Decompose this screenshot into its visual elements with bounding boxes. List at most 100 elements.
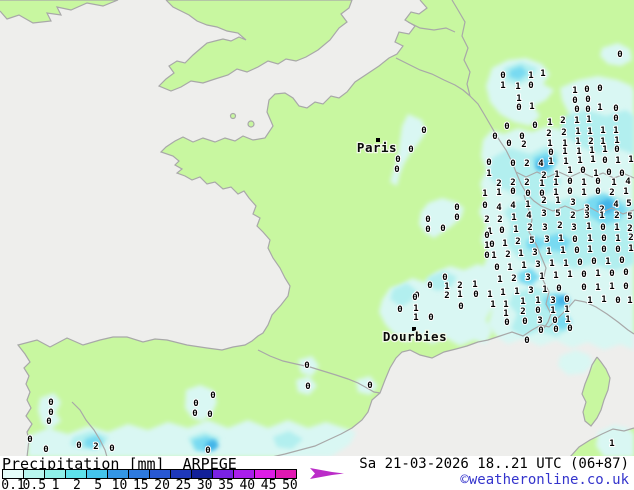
- precip-value-marker: 0: [525, 189, 530, 199]
- city-label: Paris: [357, 140, 397, 155]
- precip-value-marker: 3: [525, 273, 530, 283]
- precip-value-marker: 0: [427, 281, 432, 291]
- precip-value-marker: 2: [570, 211, 575, 221]
- precip-value-marker: 0: [425, 225, 430, 235]
- precip-value-marker: 1: [496, 188, 501, 198]
- precip-value-marker: 0: [484, 251, 489, 261]
- precip-value-marker: 0: [395, 155, 400, 165]
- precip-value-marker: 0: [489, 240, 494, 250]
- precip-value-marker: 1: [500, 288, 505, 298]
- precip-value-marker: 0: [581, 283, 586, 293]
- precip-value-marker: 2: [524, 178, 529, 188]
- precip-value-marker: 1: [507, 263, 512, 273]
- precip-value-marker: 1: [540, 69, 545, 79]
- precip-value-marker: 0: [574, 105, 579, 115]
- precip-value-marker: 3: [535, 260, 540, 270]
- precip-value-marker: 0: [577, 258, 582, 268]
- precip-value-marker: 1: [539, 272, 544, 282]
- precip-value-marker: 0: [192, 409, 197, 419]
- precip-value-marker: 3: [532, 248, 537, 258]
- precip-value-marker: 0: [473, 290, 478, 300]
- precip-value-marker: 0: [510, 159, 515, 169]
- precip-value-marker: 2: [527, 223, 532, 233]
- precip-value-marker: 1: [560, 246, 565, 256]
- precip-value-marker: 0: [619, 169, 624, 179]
- precip-value-marker: 1: [609, 282, 614, 292]
- precip-value-marker: 4: [613, 200, 619, 210]
- precip-value-marker: 2: [444, 291, 449, 301]
- precip-value-marker: 0: [494, 263, 499, 273]
- precip-value-marker: 0: [304, 361, 309, 371]
- precip-value-marker: 0: [27, 435, 32, 445]
- precip-value-marker: 0: [602, 156, 607, 166]
- precip-value-marker: 3: [571, 223, 576, 233]
- precip-value-marker: 1: [600, 126, 605, 136]
- precip-value-marker: 2: [561, 128, 566, 138]
- precip-value-marker: 0: [458, 302, 463, 312]
- precip-value-marker: 0: [524, 336, 529, 346]
- precip-value-marker: 1: [590, 155, 595, 165]
- precip-value-marker: 0: [522, 317, 527, 327]
- precip-value-marker: 4: [625, 177, 631, 187]
- precip-value-marker: 0: [109, 444, 114, 454]
- precip-value-marker: 0: [538, 326, 543, 336]
- city-label: Dourbies: [383, 329, 447, 344]
- precip-value-marker: 0: [601, 245, 606, 255]
- precip-value-marker: 2: [614, 211, 619, 221]
- precip-value-marker: 1: [528, 71, 533, 81]
- precip-value-marker: 0: [553, 325, 558, 335]
- precip-value-marker: 0: [585, 95, 590, 105]
- copyright-link[interactable]: ©weatheronline.co.uk: [460, 472, 629, 488]
- precip-value-marker: 0: [484, 231, 489, 241]
- precip-value-marker: 5: [555, 209, 560, 219]
- precip-value-marker: 1: [628, 155, 633, 165]
- precip-value-marker: 0: [564, 295, 569, 305]
- precip-value-marker: 0: [532, 121, 537, 131]
- precip-value-marker: 0: [504, 318, 509, 328]
- precip-value-marker: 1: [490, 300, 495, 310]
- precip-value-marker: 1: [605, 257, 610, 267]
- precip-value-marker: 2: [520, 307, 525, 317]
- precip-value-marker: 3: [584, 211, 589, 221]
- precip-value-marker: 1: [627, 296, 632, 306]
- precip-value-marker: 0: [619, 256, 624, 266]
- precip-value-marker: 1: [595, 269, 600, 279]
- precip-value-marker: 0: [482, 201, 487, 211]
- precip-value-marker: 0: [397, 305, 402, 315]
- precip-value-marker: 1: [413, 313, 418, 323]
- precip-value-marker: 1: [548, 157, 553, 167]
- valid-time-text: Sa 21-03-2026 18..21 UTC (06+87): [359, 456, 629, 472]
- precip-value-marker: 1: [518, 249, 523, 259]
- precip-value-marker: 1: [574, 116, 579, 126]
- precip-value-marker: 1: [500, 81, 505, 91]
- precip-value-marker: 1: [484, 241, 489, 251]
- precip-value-marker: 0: [504, 122, 509, 132]
- precip-value-marker: 1: [563, 259, 568, 269]
- precip-value-marker: 1: [521, 261, 526, 271]
- precip-value-marker: 1: [529, 102, 534, 112]
- precip-value-marker: 0: [567, 187, 572, 197]
- precip-value-marker: 1: [487, 290, 492, 300]
- precip-value-marker: 0: [412, 293, 417, 303]
- precip-value-marker: 0: [591, 257, 596, 267]
- precip-value-marker: 1: [623, 187, 628, 197]
- precip-value-marker: 0: [613, 114, 618, 124]
- precip-value-marker: 0: [617, 50, 622, 60]
- precip-value-marker: 1: [581, 188, 586, 198]
- precip-value-marker: 0: [492, 132, 497, 142]
- precip-value-marker: 0: [615, 296, 620, 306]
- precip-value-marker: 1: [595, 283, 600, 293]
- precip-value-marker: 1: [562, 147, 567, 157]
- precip-value-marker: 0: [528, 81, 533, 91]
- precip-value-marker: 0: [597, 84, 602, 94]
- precip-value-marker: 3: [528, 286, 533, 296]
- precip-value-marker: 1: [549, 259, 554, 269]
- precip-value-marker: 1: [587, 127, 592, 137]
- precip-value-marker: 2: [511, 274, 516, 284]
- precip-value-marker: 1: [550, 306, 555, 316]
- precip-value-marker: 0: [609, 269, 614, 279]
- precip-value-marker: 1: [575, 127, 580, 137]
- precip-value-marker: 0: [567, 324, 572, 334]
- precip-value-marker: 2: [560, 116, 565, 126]
- precip-value-marker: 3: [544, 235, 549, 245]
